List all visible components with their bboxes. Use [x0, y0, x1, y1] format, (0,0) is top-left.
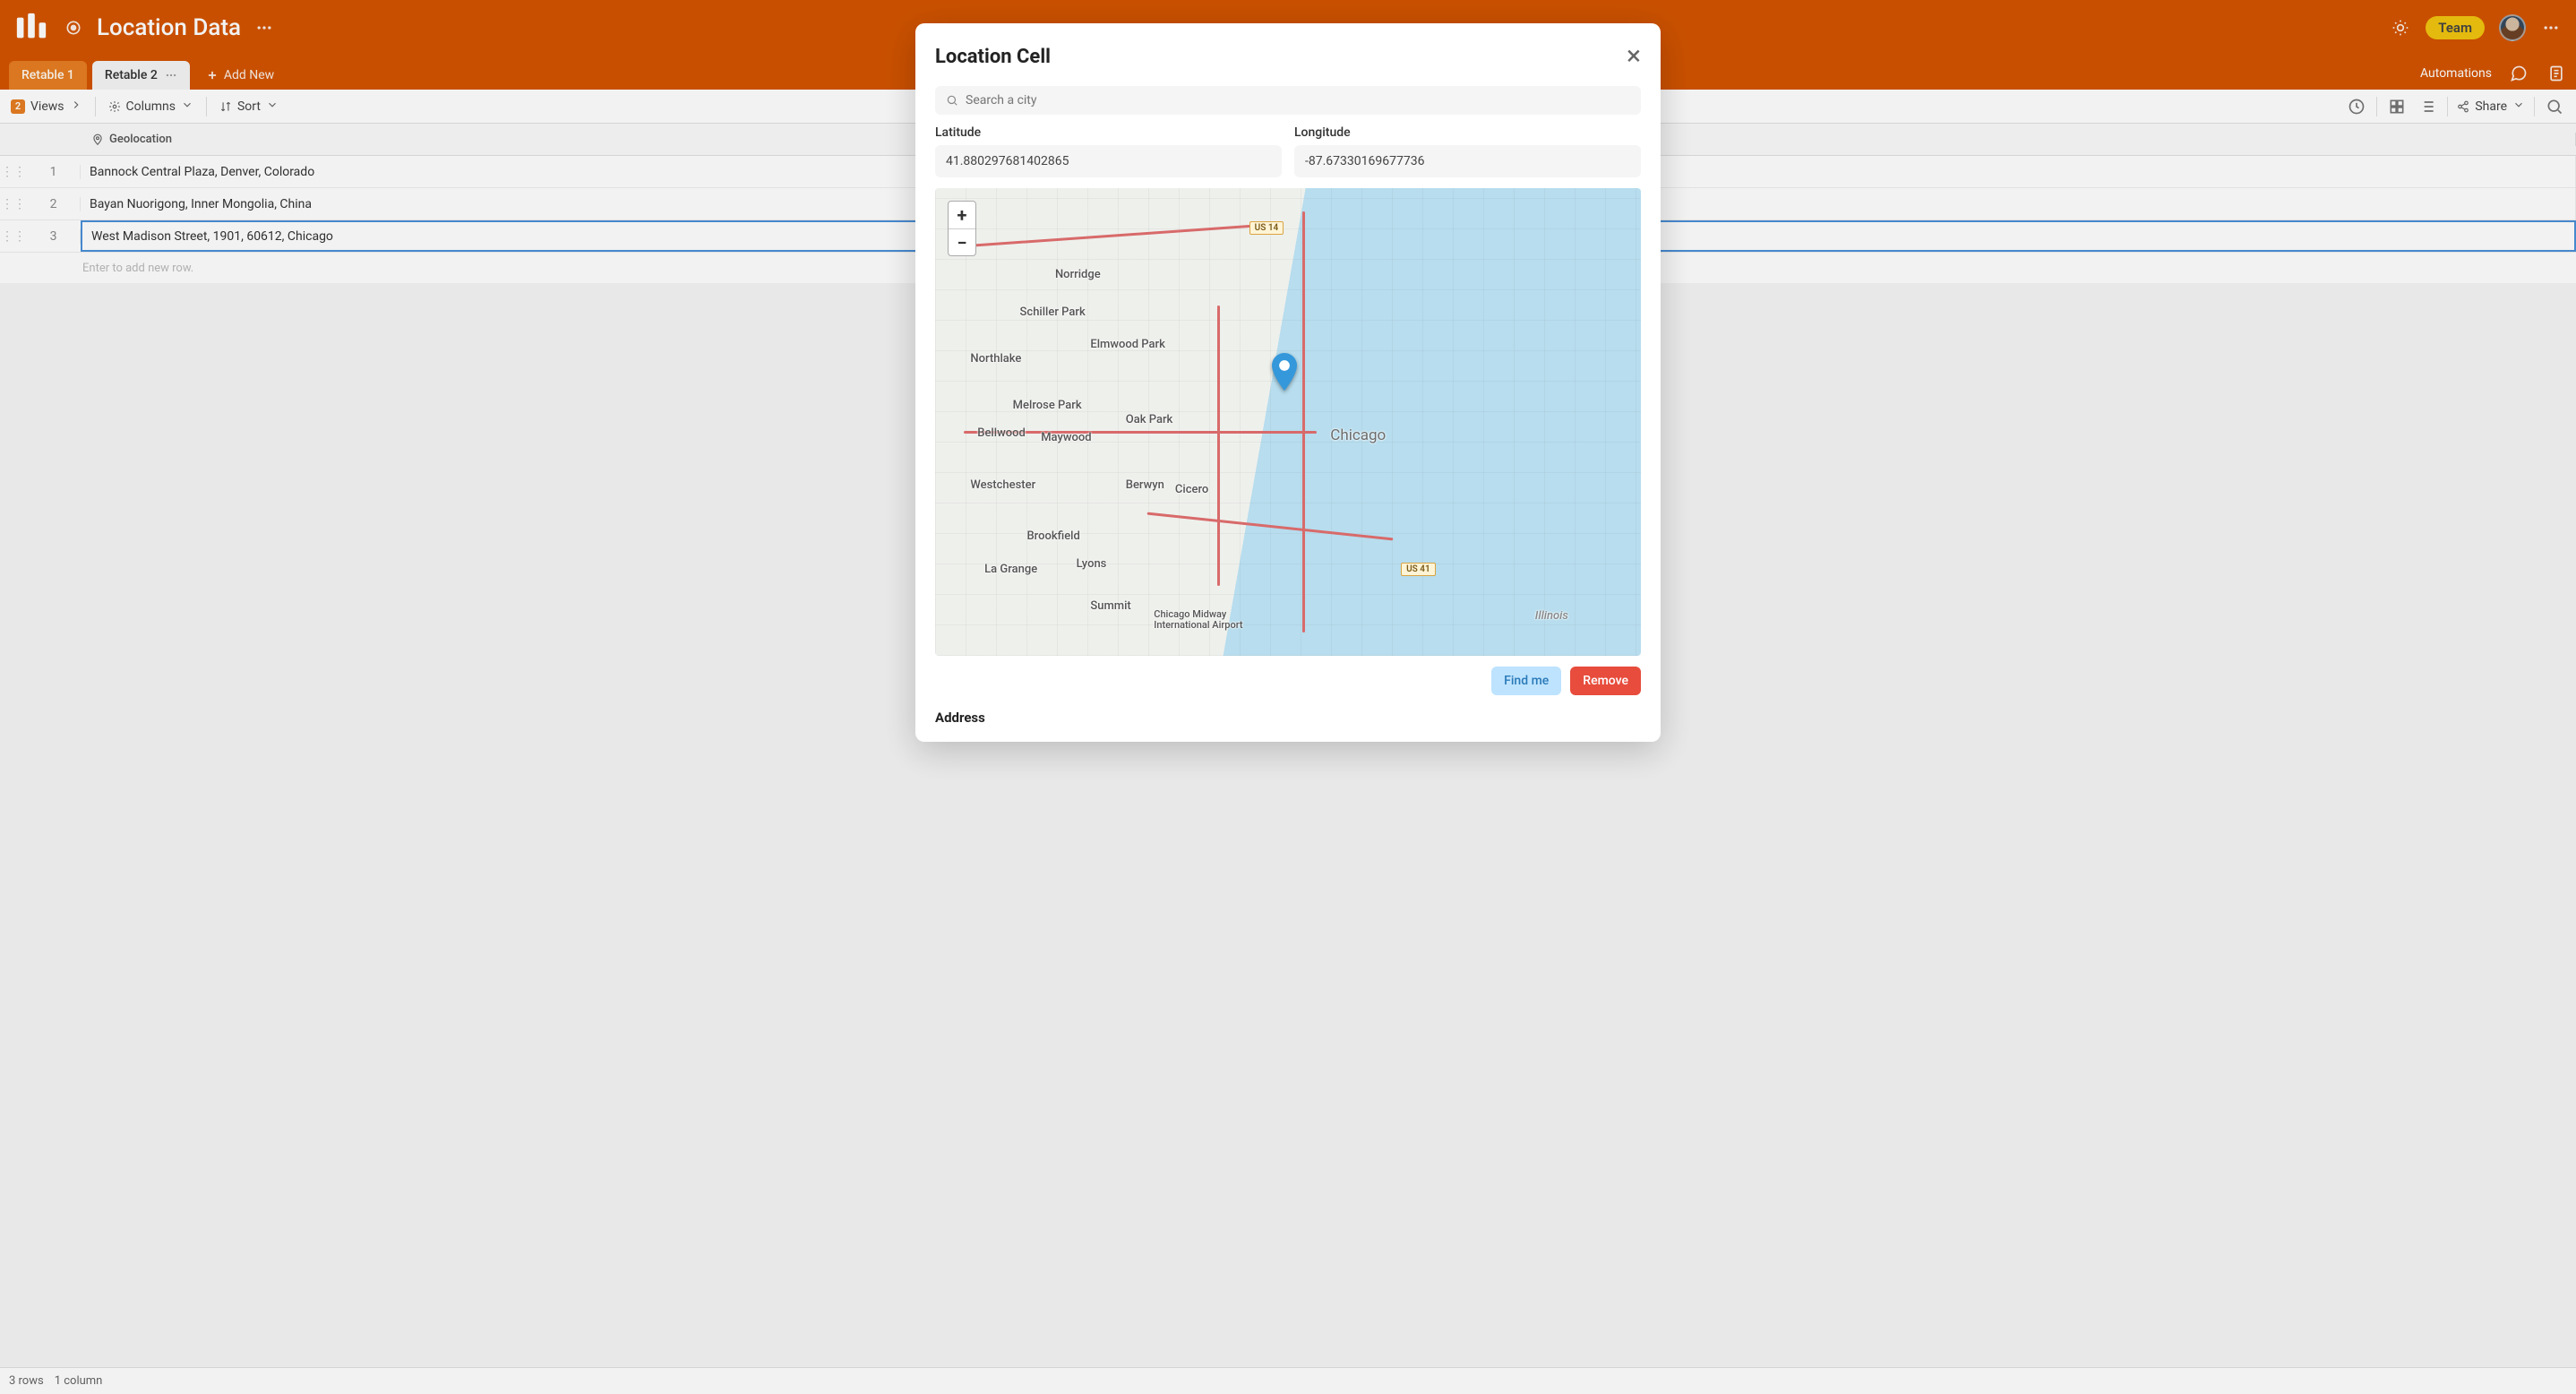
- close-icon[interactable]: ×: [1627, 43, 1641, 70]
- latitude-input[interactable]: [935, 145, 1282, 177]
- remove-button[interactable]: Remove: [1570, 667, 1641, 695]
- map-place-label: Cicero: [1175, 483, 1208, 496]
- map-place-label: Bellwood: [977, 426, 1026, 440]
- latitude-label: Latitude: [935, 125, 1282, 140]
- location-cell-modal: Location Cell × Latitude Longitude: [915, 23, 1661, 742]
- map-place-label: La Grange: [984, 563, 1037, 576]
- map-place-label: Summit: [1090, 599, 1130, 613]
- map-place-label: Schiller Park: [1020, 305, 1086, 319]
- zoom-controls: + −: [948, 201, 976, 256]
- map-place-label: Berwyn: [1126, 478, 1164, 492]
- zoom-out-button[interactable]: −: [949, 228, 975, 255]
- search-city-input[interactable]: [966, 93, 1630, 108]
- map-place-label: Westchester: [970, 478, 1035, 492]
- search-city-field[interactable]: [935, 86, 1641, 115]
- search-icon: [946, 94, 958, 107]
- map-place-label: Lyons: [1077, 557, 1107, 571]
- zoom-in-button[interactable]: +: [949, 202, 975, 228]
- map-canvas[interactable]: + − US 14 US 41 Chicago Norridge: [935, 188, 1641, 656]
- map-place-label: Oak Park: [1126, 413, 1173, 426]
- map-place-label: Norridge: [1055, 268, 1101, 281]
- map-place-label: Illinois: [1535, 609, 1568, 623]
- map-place-label: Chicago Midway International Airport: [1154, 609, 1252, 631]
- find-me-button[interactable]: Find me: [1491, 667, 1561, 695]
- map-place-label: Elmwood Park: [1090, 338, 1165, 351]
- map-pin-icon[interactable]: [1272, 353, 1297, 394]
- road-badge: US 41: [1401, 563, 1436, 576]
- map-city-label: Chicago: [1330, 426, 1386, 444]
- longitude-input[interactable]: [1294, 145, 1641, 177]
- road-badge: US 14: [1249, 221, 1284, 235]
- map-place-label: Maywood: [1041, 431, 1091, 444]
- map-place-label: Northlake: [970, 352, 1021, 366]
- modal-title: Location Cell: [935, 46, 1051, 68]
- map-place-label: Brookfield: [1026, 529, 1079, 543]
- map-place-label: Melrose Park: [1013, 399, 1082, 412]
- address-section-label: Address: [935, 710, 1641, 726]
- modal-overlay: Location Cell × Latitude Longitude: [0, 0, 2576, 1394]
- longitude-label: Longitude: [1294, 125, 1641, 140]
